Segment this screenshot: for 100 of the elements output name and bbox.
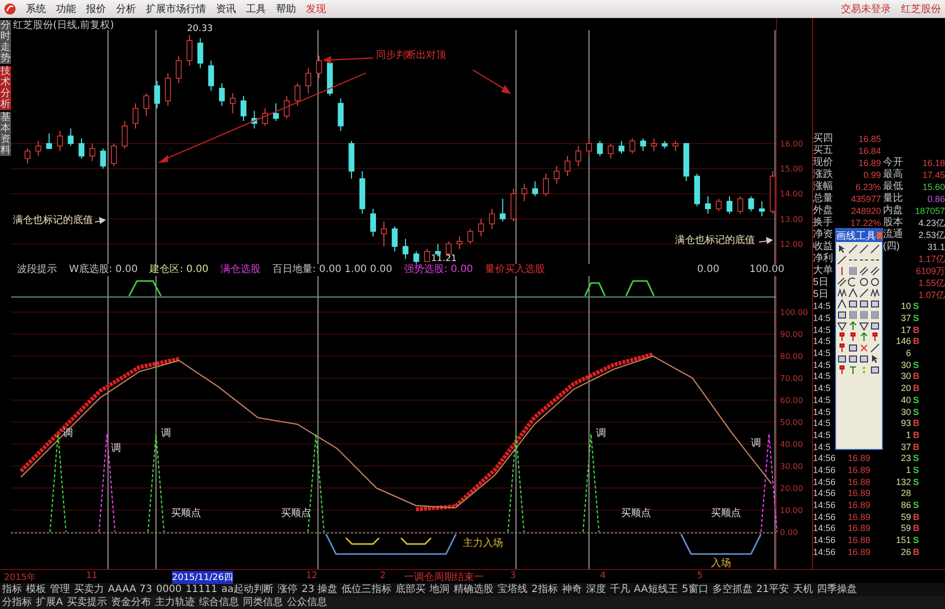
candlestick: [219, 82, 225, 106]
tri-icon[interactable]: [859, 321, 869, 331]
menu-link[interactable]: 红芝股份: [901, 2, 941, 16]
wave-icon[interactable]: [837, 288, 847, 298]
menu-item[interactable]: 扩展市场行情: [146, 2, 206, 16]
axis-label: 50.00: [780, 418, 803, 428]
info-tab[interactable]: 公众信息: [286, 596, 327, 608]
info-tab[interactable]: 综合信息: [198, 596, 239, 608]
side-tab[interactable]: 基本资料: [0, 112, 11, 156]
line-icon[interactable]: [837, 255, 847, 265]
line-icon[interactable]: [870, 343, 880, 353]
indicator-value: 100.00: [749, 264, 784, 276]
formula-tab[interactable]: AA短线王: [634, 584, 678, 596]
buy-point-label: 买顺点: [621, 506, 651, 520]
pin-icon[interactable]: [848, 332, 858, 342]
text-icon[interactable]: [848, 365, 858, 375]
formula-tab[interactable]: 21平安: [756, 584, 789, 596]
info-tab[interactable]: 主力轨迹: [154, 596, 195, 608]
menu-item[interactable]: 发现: [306, 2, 326, 16]
cursor-icon[interactable]: [837, 244, 847, 254]
cursor-icon[interactable]: [870, 354, 880, 364]
side-tab[interactable]: 分时走势: [0, 20, 11, 64]
menu-item[interactable]: 系统: [26, 2, 46, 16]
bars-icon[interactable]: [870, 310, 880, 320]
arc-icon[interactable]: [848, 277, 858, 287]
menu-item[interactable]: 报价: [86, 2, 106, 16]
parallel-icon[interactable]: [859, 266, 869, 276]
quote-label: 最高: [883, 169, 904, 181]
pin-icon[interactable]: [837, 365, 847, 375]
formula-tab[interactable]: 天机: [793, 584, 813, 596]
candlestick: [564, 156, 570, 177]
candlestick: [24, 148, 30, 164]
parallel-icon[interactable]: [870, 266, 880, 276]
arrow-icon[interactable]: [848, 321, 858, 331]
formula-tab[interactable]: 神奇: [562, 584, 582, 596]
signal-label: 调: [161, 427, 171, 440]
bars-icon[interactable]: [848, 266, 858, 276]
formula-tab[interactable]: 精确选股: [454, 584, 494, 596]
info-tab[interactable]: 买卖提示: [66, 596, 107, 608]
arrow-icon[interactable]: [859, 332, 869, 342]
formula-tab[interactable]: 5窗口: [682, 584, 708, 596]
formula-tab[interactable]: 买卖力: [74, 584, 104, 596]
formula-tab[interactable]: 深度: [586, 584, 606, 596]
axis-label: 12.00: [780, 240, 803, 249]
tick-volume: 28: [900, 488, 912, 500]
line-icon[interactable]: [859, 288, 869, 298]
parallel-icon[interactable]: [837, 277, 847, 287]
bars-icon[interactable]: [848, 310, 858, 320]
quote-value: 0.86: [926, 193, 945, 205]
info-tab[interactable]: 扩展A: [36, 596, 63, 608]
formula-tab[interactable]: 低位三指标: [342, 584, 392, 596]
formula-tab[interactable]: 2指标: [532, 584, 558, 596]
formula-tab[interactable]: 多空抓盘: [712, 584, 752, 596]
quote-value: 1.17亿: [917, 253, 945, 265]
info-tab[interactable]: 同类信息: [242, 596, 283, 608]
menu-item[interactable]: 工具: [246, 2, 266, 16]
formula-tab[interactable]: 模板: [26, 584, 46, 596]
tick-volume: 86: [900, 500, 912, 512]
formula-tab[interactable]: 四季操盘: [817, 584, 857, 596]
formula-tab[interactable]: 千凡: [610, 584, 630, 596]
cross-icon[interactable]: [859, 343, 869, 353]
formula-tab[interactable]: 地洞: [430, 584, 450, 596]
menu-link[interactable]: 交易未登录: [841, 2, 891, 16]
formula-tab[interactable]: aa起动判断: [221, 584, 274, 596]
tick-side: S: [913, 301, 920, 312]
side-tab[interactable]: 技术分析: [0, 66, 11, 110]
formula-tab[interactable]: 宝塔线: [498, 584, 528, 596]
formula-tab[interactable]: 底部买: [396, 584, 426, 596]
formula-tab[interactable]: AAAA 73: [108, 584, 152, 596]
menu-item[interactable]: 功能: [56, 2, 76, 16]
candlestick: [294, 82, 300, 106]
line-icon[interactable]: [870, 244, 880, 254]
formula-tab[interactable]: 23 操盘: [302, 584, 338, 596]
tri-icon[interactable]: [837, 321, 847, 331]
menu-item[interactable]: 分析: [116, 2, 136, 16]
tick-price: 16.89: [846, 453, 872, 464]
formula-tab[interactable]: 涨停: [278, 584, 298, 596]
formula-tab[interactable]: 指标: [2, 584, 22, 596]
bars-icon[interactable]: [859, 310, 869, 320]
quote-label: 买五: [813, 145, 834, 157]
tick-time: 14:5: [813, 406, 832, 418]
menu-item[interactable]: 帮助: [276, 2, 296, 16]
circle-icon[interactable]: [859, 277, 869, 287]
circle-icon[interactable]: [870, 277, 880, 287]
formula-tab[interactable]: 0000: [156, 584, 182, 596]
axis-label: 14.00: [780, 190, 803, 199]
candlestick: [640, 138, 646, 152]
menu-item[interactable]: 资讯: [216, 2, 236, 16]
formula-tab[interactable]: 管理: [50, 584, 70, 596]
formula-tab[interactable]: 11111: [186, 584, 218, 596]
signal-label: 调: [111, 442, 121, 455]
info-tab[interactable]: 分指标: [2, 596, 32, 608]
line-icon[interactable]: [848, 244, 858, 254]
info-tab[interactable]: 资金分布: [110, 596, 151, 608]
pin-icon[interactable]: [870, 332, 880, 342]
axis-label: 90.00: [780, 330, 803, 340]
wave-icon[interactable]: [870, 288, 880, 298]
pointer-arrow: [94, 217, 106, 224]
rect-icon[interactable]: [870, 321, 880, 331]
line-icon[interactable]: [859, 244, 869, 254]
